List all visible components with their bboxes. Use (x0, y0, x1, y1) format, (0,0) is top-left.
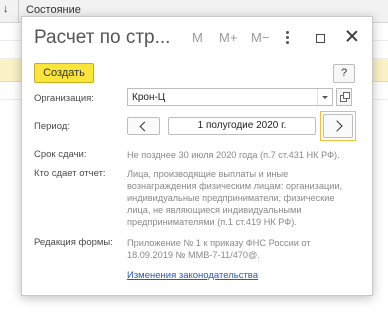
form-edition-value: Приложение № 1 к приказу ФНС России от 1… (127, 238, 311, 260)
column-header-status[interactable]: Состояние (26, 4, 81, 16)
due-date-value: Не позднее 30 июля 2020 года (п.7 ст.431… (127, 150, 340, 160)
submitter-value: Лица, производящие выплаты и иные вознаг… (127, 169, 343, 227)
next-period-button[interactable] (320, 111, 356, 141)
screen: ↓ Состояние Расчет по стр... M M+ M− Соз… (0, 0, 388, 316)
close-icon[interactable] (345, 29, 359, 43)
period-label: Период: (34, 121, 70, 132)
dropdown-arrow-icon[interactable] (317, 89, 332, 105)
create-button[interactable]: Создать (34, 63, 94, 83)
organization-label: Организация: (34, 93, 94, 104)
sort-arrow-icon[interactable]: ↓ (3, 3, 9, 15)
report-dialog: Расчет по стр... M M+ M− Создать ? Орган… (21, 16, 373, 296)
dialog-title: Расчет по стр... (34, 27, 171, 48)
organization-field[interactable]: Крон-Ц (127, 88, 333, 106)
dialog-titlebar[interactable]: Расчет по стр... M M+ M− (22, 17, 372, 57)
period-field[interactable]: 1 полугодие 2020 г. (168, 117, 316, 135)
memory-minus-button[interactable]: M− (251, 30, 269, 45)
law-changes-link[interactable]: Изменения законодательства (127, 270, 258, 281)
organization-value: Крон-Ц (132, 92, 166, 103)
memory-button[interactable]: M (192, 30, 203, 45)
form-edition-label: Редакция формы: (34, 237, 113, 248)
open-form-icon[interactable] (336, 88, 352, 106)
more-vertical-icon[interactable] (286, 31, 290, 45)
due-date-label: Срок сдачи: (34, 149, 87, 160)
chevron-left-icon (139, 121, 150, 132)
memory-plus-button[interactable]: M+ (219, 30, 237, 45)
maximize-icon[interactable] (316, 34, 325, 43)
help-button[interactable]: ? (333, 64, 355, 83)
chevron-right-icon (331, 120, 343, 132)
previous-period-button[interactable] (127, 117, 160, 135)
submitter-label: Кто сдает отчет: (34, 168, 106, 179)
header-separator (18, 0, 19, 22)
